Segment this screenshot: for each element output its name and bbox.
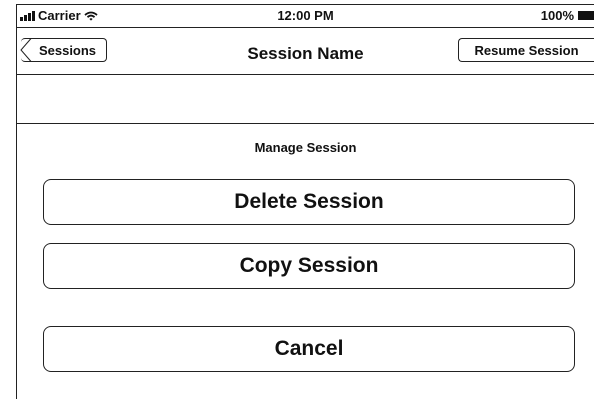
navigation-bar: Sessions Session Name Resume Session	[17, 28, 594, 75]
resume-session-button[interactable]: Resume Session	[458, 38, 594, 62]
toolbar-area	[17, 75, 594, 124]
status-right: 100%	[541, 8, 594, 23]
delete-session-label: Delete Session	[234, 190, 384, 213]
cancel-button[interactable]: Cancel	[43, 326, 575, 372]
cancel-label: Cancel	[274, 337, 344, 360]
device-screen: Carrier 12:00 PM 100% Sessions Session N…	[16, 4, 594, 399]
status-bar: Carrier 12:00 PM 100%	[17, 5, 594, 28]
resume-session-label: Resume Session	[474, 42, 579, 58]
action-sheet-title: Manage Session	[254, 140, 357, 155]
battery-icon	[578, 11, 594, 20]
delete-session-button[interactable]: Delete Session	[43, 179, 575, 225]
status-time: 12:00 PM	[277, 8, 334, 23]
copy-session-label: Copy Session	[239, 254, 379, 277]
copy-session-button[interactable]: Copy Session	[43, 243, 575, 289]
battery-percent: 100%	[540, 8, 574, 23]
